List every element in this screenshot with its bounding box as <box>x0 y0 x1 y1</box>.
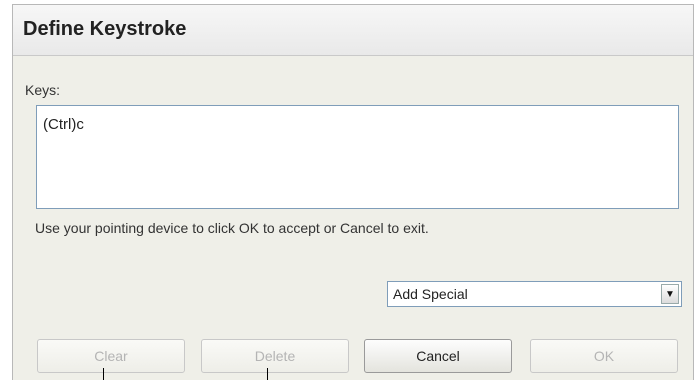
callout-line-clear <box>103 368 104 380</box>
cancel-button[interactable]: Cancel <box>364 339 512 373</box>
keys-field[interactable]: (Ctrl)c <box>36 105 679 209</box>
define-keystroke-dialog: Define Keystroke Keys: (Ctrl)c Use your … <box>12 4 694 380</box>
delete-button[interactable]: Delete <box>201 339 349 373</box>
instruction-text: Use your pointing device to click OK to … <box>35 220 429 236</box>
title-bar[interactable]: Define Keystroke <box>13 5 693 56</box>
clear-button[interactable]: Clear <box>37 339 185 373</box>
ok-button[interactable]: OK <box>530 339 678 373</box>
add-special-dropdown[interactable]: Add Special ▼ <box>387 281 682 307</box>
chevron-down-icon[interactable]: ▼ <box>661 284 679 304</box>
callout-line-delete <box>267 368 268 380</box>
add-special-value: Add Special <box>393 286 468 302</box>
keys-label: Keys: <box>25 82 61 98</box>
dialog-title: Define Keystroke <box>23 18 187 40</box>
